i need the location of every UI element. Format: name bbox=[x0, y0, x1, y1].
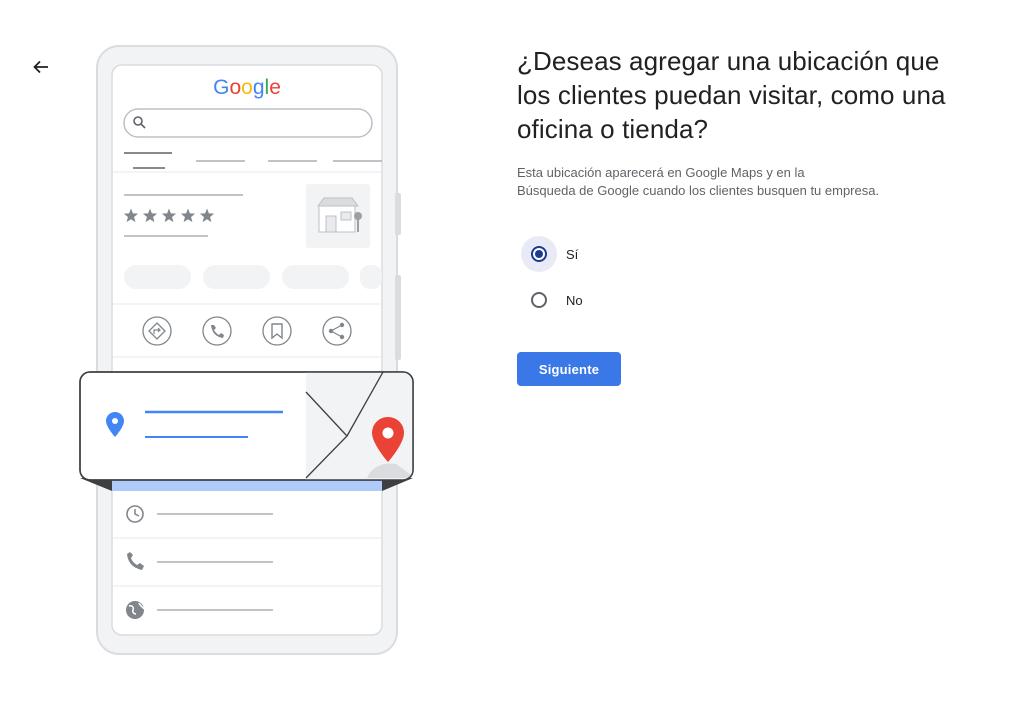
page-title: ¿Deseas agregar una ubicación que los cl… bbox=[517, 46, 946, 144]
question-panel: ¿Deseas agregar una ubicación que los cl… bbox=[517, 44, 977, 386]
page-description: Esta ubicación aparecerá en Google Maps … bbox=[517, 165, 880, 198]
phone-screen bbox=[111, 64, 383, 636]
business-profile-illustration: Google bbox=[79, 45, 414, 655]
option-no[interactable]: No bbox=[517, 282, 977, 318]
next-button[interactable]: Siguiente bbox=[517, 352, 621, 386]
search-bar bbox=[123, 108, 373, 138]
radio-unselected-icon bbox=[531, 292, 547, 308]
chips bbox=[124, 265, 382, 289]
bookmark-icon bbox=[262, 316, 292, 346]
radio-selected-icon bbox=[531, 246, 547, 262]
option-yes-label: Sí bbox=[566, 246, 579, 262]
globe-icon bbox=[126, 601, 145, 619]
share-icon bbox=[322, 316, 352, 346]
phone-side-button bbox=[395, 275, 401, 360]
option-no-label: No bbox=[566, 292, 583, 308]
option-yes[interactable]: Sí bbox=[517, 236, 977, 272]
phone-icon bbox=[202, 316, 232, 346]
radio-no[interactable] bbox=[521, 282, 557, 318]
store-icon bbox=[317, 197, 362, 233]
address-card bbox=[79, 371, 414, 481]
directions-icon bbox=[142, 316, 172, 346]
google-logo: Google bbox=[213, 76, 281, 99]
radio-yes[interactable] bbox=[521, 236, 557, 272]
radio-group: Sí No bbox=[517, 236, 977, 318]
phone-side-button bbox=[395, 193, 401, 235]
